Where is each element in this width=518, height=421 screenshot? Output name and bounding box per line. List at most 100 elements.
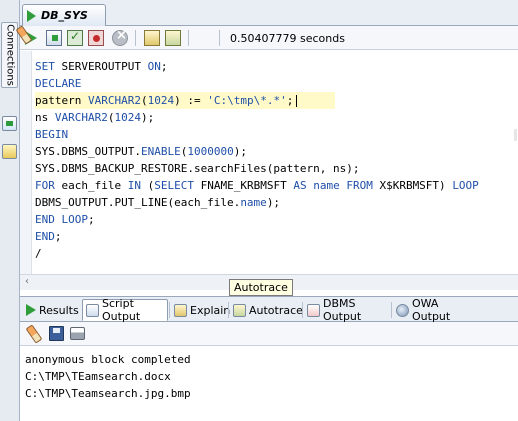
connections-tab[interactable]: Connections bbox=[1, 22, 18, 88]
commit-icon[interactable] bbox=[67, 29, 83, 46]
reports-icon[interactable] bbox=[2, 116, 17, 131]
code-lines[interactable]: SET SERVEROUTPUT ON; DECLARE pattern VARCH… bbox=[35, 58, 479, 262]
code-token: ); bbox=[233, 145, 247, 158]
scroll-left-arrow-icon[interactable]: ‹ bbox=[25, 276, 29, 287]
code-token: ( bbox=[140, 179, 155, 192]
editor-gutter bbox=[20, 51, 32, 274]
output-toolbar bbox=[20, 322, 518, 346]
code-token: FOR bbox=[35, 179, 55, 192]
tab-separator bbox=[302, 302, 303, 318]
tab-autotrace[interactable]: Autotrace bbox=[230, 299, 303, 321]
toolbar-separator bbox=[188, 30, 189, 46]
dbms-output-icon bbox=[307, 303, 320, 317]
tab-separator bbox=[391, 302, 392, 318]
code-token: ; bbox=[160, 60, 168, 73]
tab-owa-output[interactable]: OWA Output bbox=[393, 297, 477, 323]
code-token: pattern bbox=[35, 94, 88, 107]
tab-label: Explain bbox=[190, 303, 231, 317]
code-token: AS bbox=[293, 179, 307, 192]
code-line[interactable]: DBMS_OUTPUT.PUT_LINE(each_file.name); bbox=[35, 194, 479, 211]
tab-dbms-output[interactable]: DBMS Output bbox=[304, 297, 390, 323]
print-output-icon[interactable] bbox=[70, 327, 85, 340]
toolbar-separator bbox=[219, 30, 220, 46]
code-token: ; bbox=[286, 94, 294, 107]
code-token: FROM bbox=[346, 179, 373, 192]
autotrace-icon bbox=[233, 303, 246, 317]
code-line[interactable]: END LOOP; bbox=[35, 211, 479, 228]
tab-label: Results bbox=[39, 303, 79, 317]
cancel-icon[interactable] bbox=[112, 28, 128, 46]
code-token: VARCHAR2 bbox=[87, 94, 141, 107]
code-token: each_file bbox=[54, 179, 128, 192]
clear-output-eraser-icon[interactable] bbox=[25, 324, 43, 344]
output-line: anonymous block completed bbox=[25, 353, 191, 366]
code-token: DECLARE bbox=[35, 77, 82, 90]
code-line[interactable]: SET SERVEROUTPUT ON; bbox=[35, 58, 479, 75]
output-tab-bar: Results Script Output Explain Autotrace … bbox=[20, 296, 518, 323]
code-token: 1024 bbox=[147, 94, 175, 107]
worksheet-tab-title: DB_SYS bbox=[41, 9, 88, 22]
code-token: SELECT bbox=[154, 179, 194, 192]
tab-separator bbox=[169, 302, 170, 318]
script-output-pane[interactable]: anonymous block completed C:\TMP\TEamsea… bbox=[20, 347, 518, 421]
explain-plan-icon[interactable] bbox=[144, 30, 160, 46]
code-line[interactable]: DECLARE bbox=[35, 75, 479, 92]
results-icon bbox=[26, 304, 36, 316]
code-token: 1000000 bbox=[187, 145, 234, 158]
code-token: BEGIN bbox=[35, 128, 69, 141]
sql-worksheet-icon bbox=[27, 9, 36, 22]
right-margin-marker bbox=[514, 129, 517, 141]
code-token: ; bbox=[88, 213, 95, 226]
tab-script-output[interactable]: Script Output bbox=[82, 297, 168, 323]
code-token: ; bbox=[54, 230, 62, 243]
output-line: C:\TMP\TEamsearch.docx bbox=[25, 370, 171, 383]
script-output-icon bbox=[86, 303, 99, 317]
code-token: SYS.DBMS_BACKUP_RESTORE.searchFiles(patt… bbox=[35, 162, 360, 175]
left-side-panel: Connections bbox=[0, 0, 20, 421]
worksheet-tab-db-sys[interactable]: DB_SYS bbox=[22, 4, 106, 26]
code-token: ); bbox=[266, 196, 281, 209]
code-line[interactable]: ns VARCHAR2(1024); bbox=[35, 109, 479, 126]
code-line[interactable]: FOR each_file IN (SELECT FNAME_KRBMSFT A… bbox=[35, 177, 479, 194]
code-line[interactable]: SYS.DBMS_OUTPUT.ENABLE(1000000); bbox=[35, 143, 479, 160]
tab-label: OWA Output bbox=[412, 297, 451, 323]
code-token: ON bbox=[147, 60, 161, 73]
code-line[interactable]: BEGIN bbox=[35, 126, 479, 143]
code-token: SYS.DBMS_OUTPUT. bbox=[35, 145, 141, 158]
code-line[interactable]: / bbox=[35, 245, 479, 262]
autotrace-tooltip: Autotrace bbox=[229, 279, 293, 296]
connections-tab-label: Connections bbox=[4, 24, 15, 86]
code-line[interactable]: pattern VARCHAR2(1024) := 'C:\tmp\*.*'; bbox=[35, 92, 335, 109]
code-token: / bbox=[35, 247, 42, 260]
code-line[interactable]: END; bbox=[35, 228, 479, 245]
sql-editor[interactable]: SET SERVEROUTPUT ON; DECLARE pattern VARCH… bbox=[20, 51, 518, 274]
tab-label: DBMS Output bbox=[323, 297, 362, 323]
code-line[interactable]: SYS.DBMS_BACKUP_RESTORE.searchFiles(patt… bbox=[35, 160, 479, 177]
text-caret bbox=[296, 95, 298, 107]
rollback-icon[interactable] bbox=[88, 30, 104, 46]
code-token: ns bbox=[35, 111, 55, 124]
tab-results[interactable]: Results bbox=[23, 299, 79, 321]
code-token: X$KRBMSFT) bbox=[372, 179, 453, 192]
code-token: SET bbox=[35, 60, 55, 73]
code-token: ( bbox=[140, 94, 148, 107]
code-token: name bbox=[240, 196, 267, 209]
code-token: SERVEROUTPUT bbox=[54, 60, 148, 73]
explain-icon bbox=[174, 303, 187, 317]
snippets-icon[interactable] bbox=[2, 144, 17, 159]
output-line: C:\TMP\Teamsearch.jpg.bmp bbox=[25, 387, 191, 400]
code-token: 1024 bbox=[114, 111, 141, 124]
code-token: END bbox=[35, 213, 55, 226]
code-token: END bbox=[35, 230, 55, 243]
code-token: LOOP bbox=[452, 179, 479, 192]
run-script-icon[interactable] bbox=[46, 30, 62, 46]
save-output-icon[interactable] bbox=[49, 326, 64, 341]
toolbar-separator bbox=[135, 30, 136, 46]
owa-globe-icon bbox=[396, 303, 409, 317]
code-token: ENABLE bbox=[140, 145, 181, 158]
autotrace-icon[interactable] bbox=[165, 30, 181, 46]
tab-explain[interactable]: Explain bbox=[171, 299, 231, 321]
code-token: ); bbox=[140, 111, 155, 124]
code-token: LOOP bbox=[61, 213, 89, 226]
